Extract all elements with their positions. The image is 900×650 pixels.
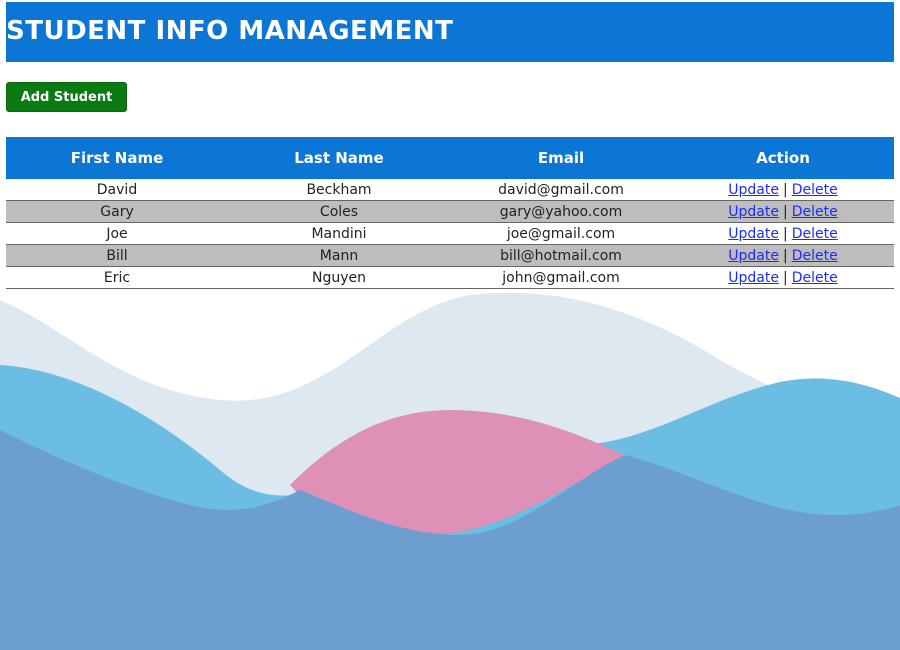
action-separator: | [782,269,788,286]
update-link[interactable]: Update [728,204,779,220]
cell-email: david@gmail.com [450,179,672,201]
cell-last-name: Coles [228,200,450,223]
column-header-email: Email [450,137,672,179]
delete-link[interactable]: Delete [792,226,838,242]
table-row: Eric Nguyen john@gmail.com Update | Delete [6,266,894,289]
student-table: First Name Last Name Email Action David … [6,137,894,289]
cell-last-name: Nguyen [228,266,450,289]
cell-email: joe@gmail.com [450,222,672,245]
cell-action: Update | Delete [672,179,894,201]
column-header-action: Action [672,137,894,179]
table-row: Gary Coles gary@yahoo.com Update | Delete [6,200,894,223]
delete-link[interactable]: Delete [792,270,838,286]
add-student-button[interactable]: Add Student [6,82,127,112]
cell-last-name: Mann [228,244,450,267]
column-header-last-name: Last Name [228,137,450,179]
action-separator: | [782,181,788,198]
action-separator: | [782,247,788,264]
cell-action: Update | Delete [672,244,894,267]
cell-email: john@gmail.com [450,266,672,289]
page-header: STUDENT INFO MANAGEMENT [6,2,894,62]
action-separator: | [782,225,788,242]
page-title: STUDENT INFO MANAGEMENT [6,16,454,46]
background-waves [0,292,900,650]
delete-link[interactable]: Delete [792,248,838,264]
update-link[interactable]: Update [728,270,779,286]
table-header: First Name Last Name Email Action [6,137,894,179]
update-link[interactable]: Update [728,226,779,242]
cell-last-name: Mandini [228,222,450,245]
cell-first-name: Eric [6,266,228,289]
table-header-row: First Name Last Name Email Action [6,137,894,179]
update-link[interactable]: Update [728,248,779,264]
table-body: David Beckham david@gmail.com Update | Del… [6,179,894,289]
table-row: David Beckham david@gmail.com Update | Del… [6,179,894,201]
cell-action: Update | Delete [672,266,894,289]
cell-action: Update | Delete [672,222,894,245]
cell-first-name: David [6,179,228,201]
table-row: Bill Mann bill@hotmail.com Update | Delete [6,244,894,267]
student-table-container: First Name Last Name Email Action David … [6,137,894,289]
cell-email: bill@hotmail.com [450,244,672,267]
cell-first-name: Gary [6,200,228,223]
action-separator: | [782,203,788,220]
update-link[interactable]: Update [728,182,779,198]
delete-link[interactable]: Delete [792,204,838,220]
cell-first-name: Bill [6,244,228,267]
cell-first-name: Joe [6,222,228,245]
cell-email: gary@yahoo.com [450,200,672,223]
cell-action: Update | Delete [672,200,894,223]
column-header-first-name: First Name [6,137,228,179]
delete-link[interactable]: Delete [792,182,838,198]
cell-last-name: Beckham [228,179,450,201]
table-row: Joe Mandini joe@gmail.com Update | Delete [6,222,894,245]
